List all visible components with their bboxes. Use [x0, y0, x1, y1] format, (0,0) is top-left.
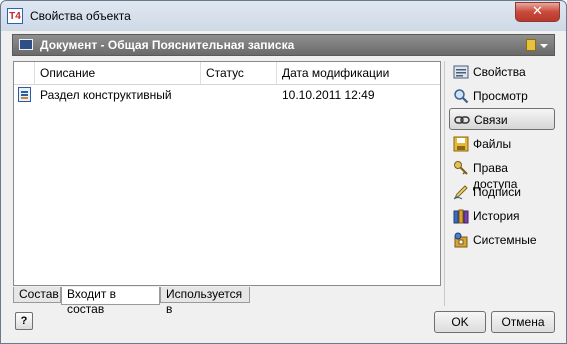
- column-header-icon[interactable]: [14, 62, 35, 84]
- sidebar-item-signatures[interactable]: Подписи: [449, 181, 555, 203]
- properties-window: T4 Свойства объекта ✕ Документ - Общая П…: [0, 0, 567, 344]
- sidebar-item-links[interactable]: Связи: [449, 108, 555, 130]
- sidebar-item-files[interactable]: Файлы: [449, 133, 555, 155]
- tab-composition[interactable]: Состав: [13, 287, 61, 303]
- sidebar-item-label: Системные: [473, 233, 537, 247]
- sidebar-item-preview[interactable]: Просмотр: [449, 85, 555, 107]
- system-icon: [454, 232, 468, 248]
- ok-button[interactable]: OK: [434, 311, 486, 333]
- document-header: Документ - Общая Пояснительная записка: [12, 34, 555, 56]
- document-title: Документ - Общая Пояснительная записка: [40, 38, 295, 52]
- pen-icon: [453, 185, 468, 200]
- sidebar-item-properties[interactable]: Свойства: [449, 61, 555, 83]
- window-title: Свойства объекта: [30, 9, 131, 23]
- link-icon: [454, 116, 470, 124]
- column-header-row: Описание Статус Дата модификации: [14, 62, 440, 85]
- sidebar-item-label: Подписи: [473, 185, 521, 199]
- document-book-icon: [19, 39, 33, 50]
- close-button[interactable]: ✕: [515, 2, 560, 22]
- row-description: Раздел конструктивный: [40, 88, 172, 102]
- sidebar-item-label: Просмотр: [473, 89, 528, 103]
- sidebar-item-label: Свойства: [473, 65, 526, 79]
- relations-list[interactable]: Описание Статус Дата модификации Раздел …: [13, 61, 441, 286]
- note-icon: [526, 39, 536, 51]
- help-button[interactable]: ?: [15, 312, 33, 330]
- sidebar-item-label: Файлы: [473, 137, 512, 151]
- row-modified-date: 10.10.2011 12:49: [282, 88, 375, 102]
- floppy-icon: [453, 136, 469, 152]
- chevron-down-icon: [540, 44, 548, 48]
- properties-icon: [453, 65, 469, 79]
- magnifier-icon: [454, 89, 469, 104]
- column-header-description[interactable]: Описание: [35, 62, 201, 84]
- tab-part-of[interactable]: Входит в состав: [61, 287, 160, 316]
- tab-used-in[interactable]: Используется в: [160, 287, 250, 316]
- title-bar[interactable]: T4 Свойства объекта ✕: [1, 1, 566, 31]
- column-header-status[interactable]: Статус: [201, 62, 277, 84]
- cancel-button[interactable]: Отмена: [491, 311, 555, 333]
- table-row[interactable]: Раздел конструктивный 10.10.2011 12:49: [14, 86, 440, 104]
- header-menu-button[interactable]: [526, 38, 548, 52]
- sidebar-item-access-rights[interactable]: Права доступа: [449, 157, 555, 191]
- sidebar-item-label: Связи: [474, 113, 508, 127]
- sidebar-item-label: История: [473, 209, 520, 223]
- document-section-icon: [18, 87, 31, 102]
- keys-icon: [454, 161, 468, 175]
- app-logo-icon: T4: [7, 8, 23, 24]
- sidebar-item-system[interactable]: Системные: [449, 229, 555, 251]
- books-icon: [453, 209, 469, 224]
- column-header-modified[interactable]: Дата модификации: [277, 62, 440, 84]
- bottom-tabs: Состав Входит в состав Используется в: [13, 287, 441, 316]
- sidebar-item-history[interactable]: История: [449, 205, 555, 227]
- dialog-body: Документ - Общая Пояснительная записка О…: [8, 31, 558, 336]
- sidebar-divider: [444, 61, 445, 306]
